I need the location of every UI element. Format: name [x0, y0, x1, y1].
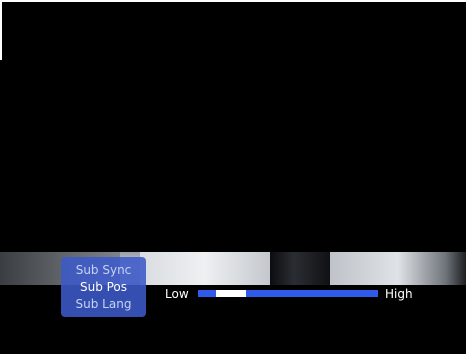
screen-border-left: [0, 0, 2, 60]
menu-item-sub-lang[interactable]: Sub Lang: [76, 296, 132, 313]
slider-low-label: Low: [165, 287, 189, 301]
screen-border-top: [0, 0, 469, 2]
subtitle-osd-menu: Sub Sync Sub Pos Sub Lang: [61, 257, 146, 317]
video-frame-segment: [140, 252, 270, 285]
subtitle-position-slider[interactable]: [198, 290, 378, 297]
slider-thumb[interactable]: [216, 290, 246, 297]
video-frame-segment: [330, 252, 466, 285]
menu-item-sub-sync[interactable]: Sub Sync: [76, 262, 132, 279]
menu-item-sub-pos[interactable]: Sub Pos: [80, 279, 127, 296]
video-screen: Sub Sync Sub Pos Sub Lang Low High: [0, 0, 469, 354]
slider-high-label: High: [385, 287, 413, 301]
video-frame-figure: [270, 252, 330, 285]
